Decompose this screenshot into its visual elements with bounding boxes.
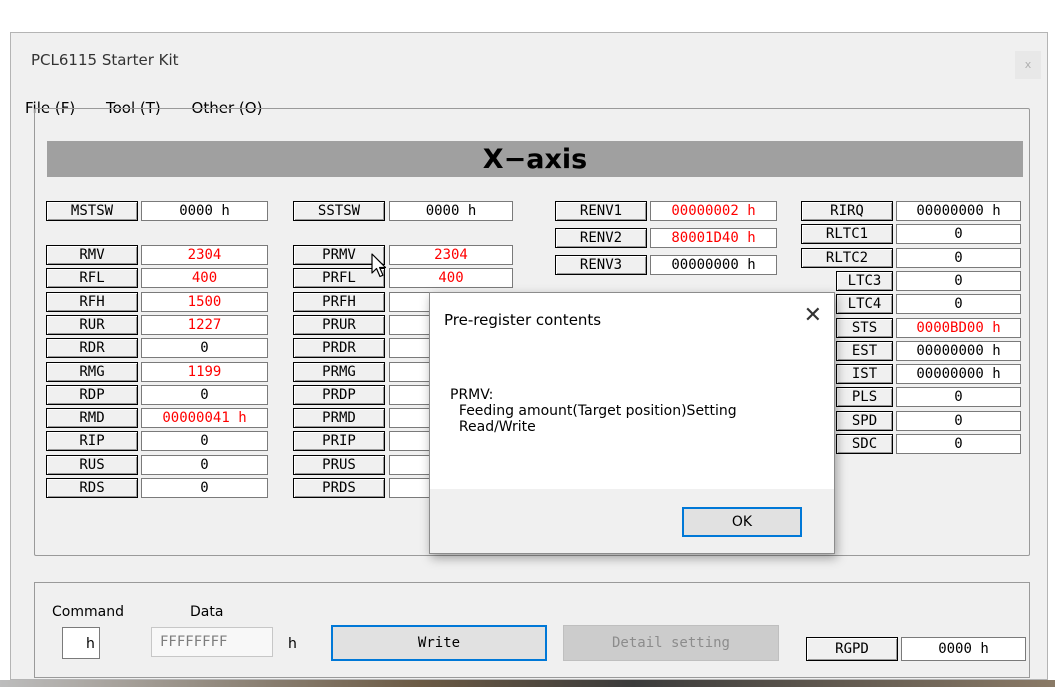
register-label-rfl: RFL xyxy=(46,268,138,289)
detail-setting-button: Detail setting xyxy=(563,625,779,661)
register-label-renv3: RENV3 xyxy=(555,255,647,275)
register-value-sdc[interactable]: 0 xyxy=(896,434,1021,454)
register-value-rus[interactable]: 0 xyxy=(141,454,268,475)
dialog-message-line: Feeding amount(Target position)Setting xyxy=(450,403,737,419)
register-value-rdr[interactable]: 0 xyxy=(141,338,268,359)
register-label-rirq: RIRQ xyxy=(801,201,893,221)
dialog-message-line: PRMV: xyxy=(450,387,494,403)
register-label-prus: PRUS xyxy=(293,454,385,475)
register-label-mstsw: MSTSW xyxy=(46,201,138,221)
window-close-button[interactable]: x xyxy=(1015,51,1041,79)
register-label-pls: PLS xyxy=(836,387,893,408)
register-value-rmg[interactable]: 1199 xyxy=(141,361,268,382)
data-hex-suffix: h xyxy=(288,636,297,652)
pre-register-dialog: Pre-register contents ✕ PRMV: Feeding am… xyxy=(429,292,835,554)
register-value-spd[interactable]: 0 xyxy=(896,410,1021,431)
dialog-close-icon[interactable]: ✕ xyxy=(804,303,822,328)
desktop-background-strip xyxy=(0,680,1055,687)
dialog-title: Pre-register contents xyxy=(444,311,602,329)
register-label-renv1: RENV1 xyxy=(555,201,647,221)
register-value-rdp[interactable]: 0 xyxy=(141,384,268,405)
register-label-rip: RIP xyxy=(46,431,138,452)
register-label-sts: STS xyxy=(836,317,893,338)
register-value-rip[interactable]: 0 xyxy=(141,431,268,452)
register-label-rfh: RFH xyxy=(46,291,138,312)
register-label-est: EST xyxy=(836,340,893,361)
register-label-renv2: RENV2 xyxy=(555,228,647,248)
register-value-rfh[interactable]: 1500 xyxy=(141,291,268,312)
register-value-mstsw[interactable]: 0000 h xyxy=(141,201,268,221)
register-label-rur: RUR xyxy=(46,314,138,335)
register-value-renv2[interactable]: 80001D40 h xyxy=(650,228,777,248)
register-label-rds: RDS xyxy=(46,478,138,498)
register-label-rus: RUS xyxy=(46,454,138,475)
register-value-sts[interactable]: 0000BD00 h xyxy=(896,317,1021,338)
register-value-rgpd[interactable]: 0000 h xyxy=(901,637,1026,661)
register-label-rmv: RMV xyxy=(46,245,138,265)
register-label-rgpd: RGPD xyxy=(806,637,898,661)
register-value-rirq[interactable]: 00000000 h xyxy=(896,201,1021,221)
register-label-rmg: RMG xyxy=(46,361,138,382)
register-label-sdc: SDC xyxy=(836,434,893,454)
command-hex-suffix: h xyxy=(86,636,95,652)
register-label-prmg: PRMG xyxy=(293,361,385,382)
register-label-prfh: PRFH xyxy=(293,291,385,312)
register-value-rmv[interactable]: 2304 xyxy=(141,245,268,265)
register-value-ltc4[interactable]: 0 xyxy=(896,294,1021,315)
register-label-prmd: PRMD xyxy=(293,408,385,429)
window-title: PCL6115 Starter Kit xyxy=(31,51,179,69)
mouse-cursor-icon xyxy=(371,253,387,278)
register-value-prmv[interactable]: 2304 xyxy=(389,245,513,265)
register-label-ist: IST xyxy=(836,364,893,385)
register-value-rltc1[interactable]: 0 xyxy=(896,224,1021,245)
register-label-prdr: PRDR xyxy=(293,338,385,359)
register-label-sstsw: SSTSW xyxy=(293,201,385,221)
ok-button[interactable]: OK xyxy=(682,507,802,537)
command-label: Command xyxy=(52,604,124,620)
dialog-footer: OK xyxy=(430,489,834,553)
register-label-spd: SPD xyxy=(836,410,893,431)
register-label-ltc4: LTC4 xyxy=(836,294,893,315)
register-label-rdr: RDR xyxy=(46,338,138,359)
dialog-message-line: Read/Write xyxy=(450,419,536,435)
register-label-prur: PRUR xyxy=(293,314,385,335)
register-label-rdp: RDP xyxy=(46,384,138,405)
axis-title: X−axis xyxy=(47,141,1023,177)
register-value-ist[interactable]: 00000000 h xyxy=(896,364,1021,385)
register-value-est[interactable]: 00000000 h xyxy=(896,340,1021,361)
register-label-rltc2: RLTC2 xyxy=(801,247,893,268)
register-value-rfl[interactable]: 400 xyxy=(141,268,268,289)
dialog-message: PRMV: Feeding amount(Target position)Set… xyxy=(450,387,737,435)
register-value-prfl[interactable]: 400 xyxy=(389,268,513,289)
register-label-prip: PRIP xyxy=(293,431,385,452)
register-value-rmd[interactable]: 00000041 h xyxy=(141,408,268,429)
data-input[interactable]: FFFFFFFF xyxy=(151,627,273,657)
register-value-renv3[interactable]: 00000000 h xyxy=(650,255,777,275)
register-value-rds[interactable]: 0 xyxy=(141,478,268,498)
register-label-rltc1: RLTC1 xyxy=(801,224,893,245)
register-label-prds: PRDS xyxy=(293,478,385,498)
register-label-prdp: PRDP xyxy=(293,384,385,405)
register-value-rltc2[interactable]: 0 xyxy=(896,247,1021,268)
register-label-rmd: RMD xyxy=(46,408,138,429)
register-label-ltc3: LTC3 xyxy=(836,270,893,291)
register-value-renv1[interactable]: 00000002 h xyxy=(650,201,777,221)
register-value-sstsw[interactable]: 0000 h xyxy=(389,201,513,221)
data-label: Data xyxy=(190,604,224,620)
write-button[interactable]: Write xyxy=(331,625,547,661)
register-value-ltc3[interactable]: 0 xyxy=(896,270,1021,291)
register-value-rur[interactable]: 1227 xyxy=(141,314,268,335)
register-value-pls[interactable]: 0 xyxy=(896,387,1021,408)
